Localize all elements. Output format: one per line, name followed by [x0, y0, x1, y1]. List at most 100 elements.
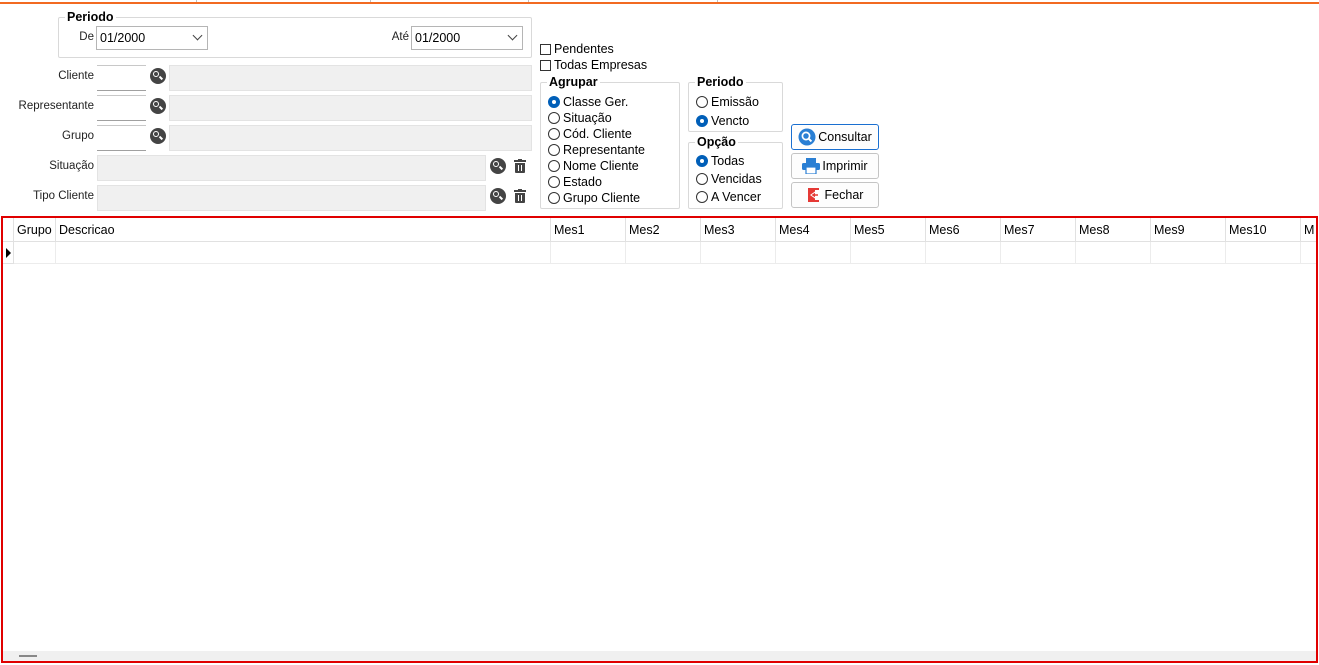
radio-dot[interactable] — [548, 160, 560, 172]
grid-cell[interactable] — [1151, 242, 1226, 264]
column-header-mes5[interactable]: Mes5 — [851, 218, 926, 242]
opcao-option-a-vencer[interactable]: A Vencer — [696, 190, 761, 204]
agrupar-option-cod-cliente[interactable]: Cód. Cliente — [548, 127, 632, 141]
grupo-code-input[interactable] — [97, 125, 146, 151]
cliente-code-input[interactable] — [97, 65, 146, 91]
radio-dot[interactable] — [696, 96, 708, 108]
ate-date-select[interactable]: 01/2000 — [411, 26, 523, 50]
search-icon[interactable] — [490, 188, 506, 204]
radio-label: Vencidas — [711, 172, 762, 186]
column-header-mes9[interactable]: Mes9 — [1151, 218, 1226, 242]
checkbox-box[interactable] — [540, 43, 551, 55]
radio-label: Grupo Cliente — [563, 191, 641, 205]
pendentes-checkbox[interactable]: Pendentes — [540, 42, 614, 56]
radio-dot[interactable] — [548, 144, 560, 156]
grid-cell[interactable] — [626, 242, 701, 264]
cliente-name-field — [169, 65, 532, 91]
radio-dot[interactable] — [548, 112, 560, 124]
grupo-label: Grupo — [62, 130, 94, 142]
periodo-option-emissao[interactable]: Emissão — [696, 95, 759, 109]
radio-dot[interactable] — [696, 191, 708, 203]
de-date-select[interactable]: 01/2000 — [96, 26, 208, 50]
column-header-mes11-partial[interactable]: M — [1301, 218, 1316, 242]
radio-dot[interactable] — [548, 96, 560, 108]
column-header-mes6[interactable]: Mes6 — [926, 218, 1001, 242]
horizontal-scrollbar[interactable] — [3, 651, 1316, 661]
scrollbar-thumb[interactable] — [19, 655, 37, 657]
agrupar-option-representante[interactable]: Representante — [548, 143, 645, 157]
grid-cell[interactable] — [1226, 242, 1301, 264]
printer-icon — [802, 158, 821, 174]
column-header-mes7[interactable]: Mes7 — [1001, 218, 1076, 242]
representante-label: Representante — [18, 100, 94, 112]
radio-label: A Vencer — [711, 190, 762, 204]
opcao-option-todas[interactable]: Todas — [696, 154, 744, 168]
agrupar-option-grupo-cliente[interactable]: Grupo Cliente — [548, 191, 640, 205]
radio-label: Vencto — [711, 114, 750, 128]
grupo-name-field — [169, 125, 532, 151]
grid-cell[interactable] — [851, 242, 926, 264]
agrupar-option-nome-cliente[interactable]: Nome Cliente — [548, 159, 639, 173]
agrupar-option-situacao[interactable]: Situação — [548, 111, 612, 125]
grid-cell[interactable] — [926, 242, 1001, 264]
search-icon[interactable] — [150, 68, 166, 84]
radio-dot[interactable] — [696, 155, 708, 167]
search-icon[interactable] — [150, 128, 166, 144]
column-header-mes8[interactable]: Mes8 — [1076, 218, 1151, 242]
cliente-label: Cliente — [58, 70, 94, 82]
column-header-mes3[interactable]: Mes3 — [701, 218, 776, 242]
grid-cell[interactable] — [1001, 242, 1076, 264]
column-header-mes10[interactable]: Mes10 — [1226, 218, 1301, 242]
grid-cell[interactable] — [551, 242, 626, 264]
radio-dot[interactable] — [548, 176, 560, 188]
opcao-option-vencidas[interactable]: Vencidas — [696, 172, 762, 186]
radio-dot[interactable] — [548, 192, 560, 204]
grid-cell[interactable] — [701, 242, 776, 264]
agrupar-option-estado[interactable]: Estado — [548, 175, 602, 189]
grid-cell[interactable] — [56, 242, 551, 264]
ate-date-value: 01/2000 — [415, 31, 461, 45]
todas-empresas-checkbox[interactable]: Todas Empresas — [540, 58, 647, 72]
column-header-mes1[interactable]: Mes1 — [551, 218, 626, 242]
radio-label: Emissão — [711, 95, 759, 109]
column-header-mes4[interactable]: Mes4 — [776, 218, 851, 242]
column-header-mes2[interactable]: Mes2 — [626, 218, 701, 242]
radio-dot[interactable] — [548, 128, 560, 140]
radio-dot[interactable] — [696, 115, 708, 127]
radio-label: Estado — [563, 175, 602, 189]
grid-cell[interactable] — [776, 242, 851, 264]
radio-label: Representante — [563, 143, 646, 157]
trash-icon[interactable] — [514, 159, 526, 173]
search-icon[interactable] — [150, 98, 166, 114]
row-indicator[interactable] — [3, 242, 14, 264]
column-header-descricao[interactable]: Descricao — [56, 218, 551, 242]
tipo-cliente-field[interactable] — [97, 185, 486, 211]
imprimir-button[interactable]: Imprimir — [791, 153, 879, 179]
search-icon[interactable] — [490, 158, 506, 174]
consultar-button[interactable]: Consultar — [791, 124, 879, 150]
fechar-button[interactable]: Fechar — [791, 182, 879, 208]
checkbox-box[interactable] — [540, 59, 551, 71]
ate-label: Até — [391, 31, 409, 43]
representante-name-field — [169, 95, 532, 121]
radio-label: Situação — [563, 111, 612, 125]
tipo-cliente-label: Tipo Cliente — [33, 190, 94, 202]
chevron-down-icon[interactable] — [507, 30, 518, 41]
grid-cell[interactable] — [14, 242, 56, 264]
de-date-value: 01/2000 — [100, 31, 146, 45]
grid-cell[interactable] — [1076, 242, 1151, 264]
agrupar-option-classe-ger[interactable]: Classe Ger. — [548, 95, 628, 109]
trash-icon[interactable] — [514, 189, 526, 203]
column-header-grupo[interactable]: Grupo — [14, 218, 56, 242]
pendentes-label: Pendentes — [554, 42, 614, 56]
tab-separator — [528, 0, 529, 2]
data-grid[interactable]: Grupo Descricao Mes1 Mes2 Mes3 Mes4 Mes5… — [1, 216, 1318, 663]
imprimir-label: Imprimir — [822, 159, 868, 173]
grid-cell[interactable] — [1301, 242, 1316, 264]
periodo-option-vencto[interactable]: Vencto — [696, 114, 749, 128]
situacao-field[interactable] — [97, 155, 486, 181]
chevron-down-icon[interactable] — [192, 30, 203, 41]
representante-code-input[interactable] — [97, 95, 146, 121]
search-icon — [798, 128, 816, 146]
radio-dot[interactable] — [696, 173, 708, 185]
